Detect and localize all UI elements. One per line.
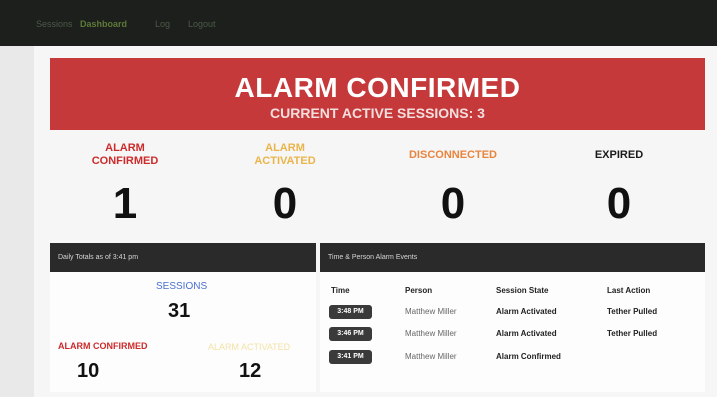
top-nav-bar: Sessions Dashboard Log Logout (0, 0, 717, 46)
stat-value: 0 (272, 179, 298, 228)
session-state-cell: Alarm Activated (496, 329, 557, 338)
table-row[interactable]: 3:46 PM Matthew Miller Alarm Activated T… (329, 325, 705, 343)
session-state-cell: Alarm Activated (496, 307, 557, 316)
time-badge: 3:46 PM (329, 327, 372, 341)
alarm-confirmed-label: ALARM CONFIRMED (58, 341, 148, 351)
banner-title: ALARM CONFIRMED (234, 72, 521, 103)
alarm-activated-label: ALARM ACTIVATED (208, 342, 291, 352)
last-action-cell: Tether Pulled (607, 307, 658, 316)
stat-alarm-activated: ALARM ACTIVATED 0 (210, 138, 360, 226)
person-cell: Matthew Miller (405, 307, 457, 316)
stat-alarm-confirmed: ALARM CONFIRMED 1 (50, 138, 200, 226)
daily-totals-header: Daily Totals as of 3:41 pm (50, 243, 316, 272)
events-header: Time & Person Alarm Events (320, 243, 705, 272)
sessions-value: 31 (168, 300, 191, 322)
column-header-session-state: Session State (496, 286, 549, 295)
stat-value: 0 (606, 179, 632, 228)
daily-totals-panel: SESSIONS 31 ALARM CONFIRMED 10 ALARM ACT… (50, 272, 316, 392)
column-header-time: Time (331, 286, 350, 295)
column-header-last-action: Last Action (607, 286, 651, 295)
nav-logout-link[interactable]: Logout (188, 19, 216, 29)
active-sessions-count: CURRENT ACTIVE SESSIONS: 3 (270, 105, 485, 121)
time-badge: 3:48 PM (329, 305, 372, 319)
stat-expired: EXPIRED 0 (544, 138, 694, 226)
stat-label: DISCONNECTED (408, 148, 497, 161)
last-action-cell: Tether Pulled (607, 329, 658, 338)
alarm-activated-value: 12 (239, 360, 262, 382)
time-badge: 3:41 PM (329, 350, 372, 364)
stat-value: 0 (440, 179, 466, 228)
stat-label: ALARM ACTIVATED (254, 142, 316, 167)
nav-log-link[interactable]: Log (155, 19, 170, 29)
session-state-cell: Alarm Confirmed (496, 352, 561, 361)
table-row[interactable]: 3:48 PM Matthew Miller Alarm Activated T… (329, 303, 705, 321)
stat-disconnected: DISCONNECTED 0 (378, 138, 528, 226)
status-banner: ALARM CONFIRMED CURRENT ACTIVE SESSIONS:… (50, 58, 705, 130)
alarm-confirmed-value: 10 (77, 360, 100, 382)
stat-value: 1 (112, 179, 138, 228)
nav-sessions-link[interactable]: Sessions (36, 19, 73, 29)
table-row[interactable]: 3:41 PM Matthew Miller Alarm Confirmed (329, 348, 705, 366)
stat-label: EXPIRED (594, 148, 644, 161)
person-cell: Matthew Miller (405, 352, 457, 361)
column-header-person: Person (405, 286, 433, 295)
person-cell: Matthew Miller (405, 329, 457, 338)
stat-label: ALARM CONFIRMED (91, 142, 159, 167)
sessions-label: SESSIONS (156, 281, 208, 292)
nav-dashboard-link[interactable]: Dashboard (80, 19, 127, 29)
